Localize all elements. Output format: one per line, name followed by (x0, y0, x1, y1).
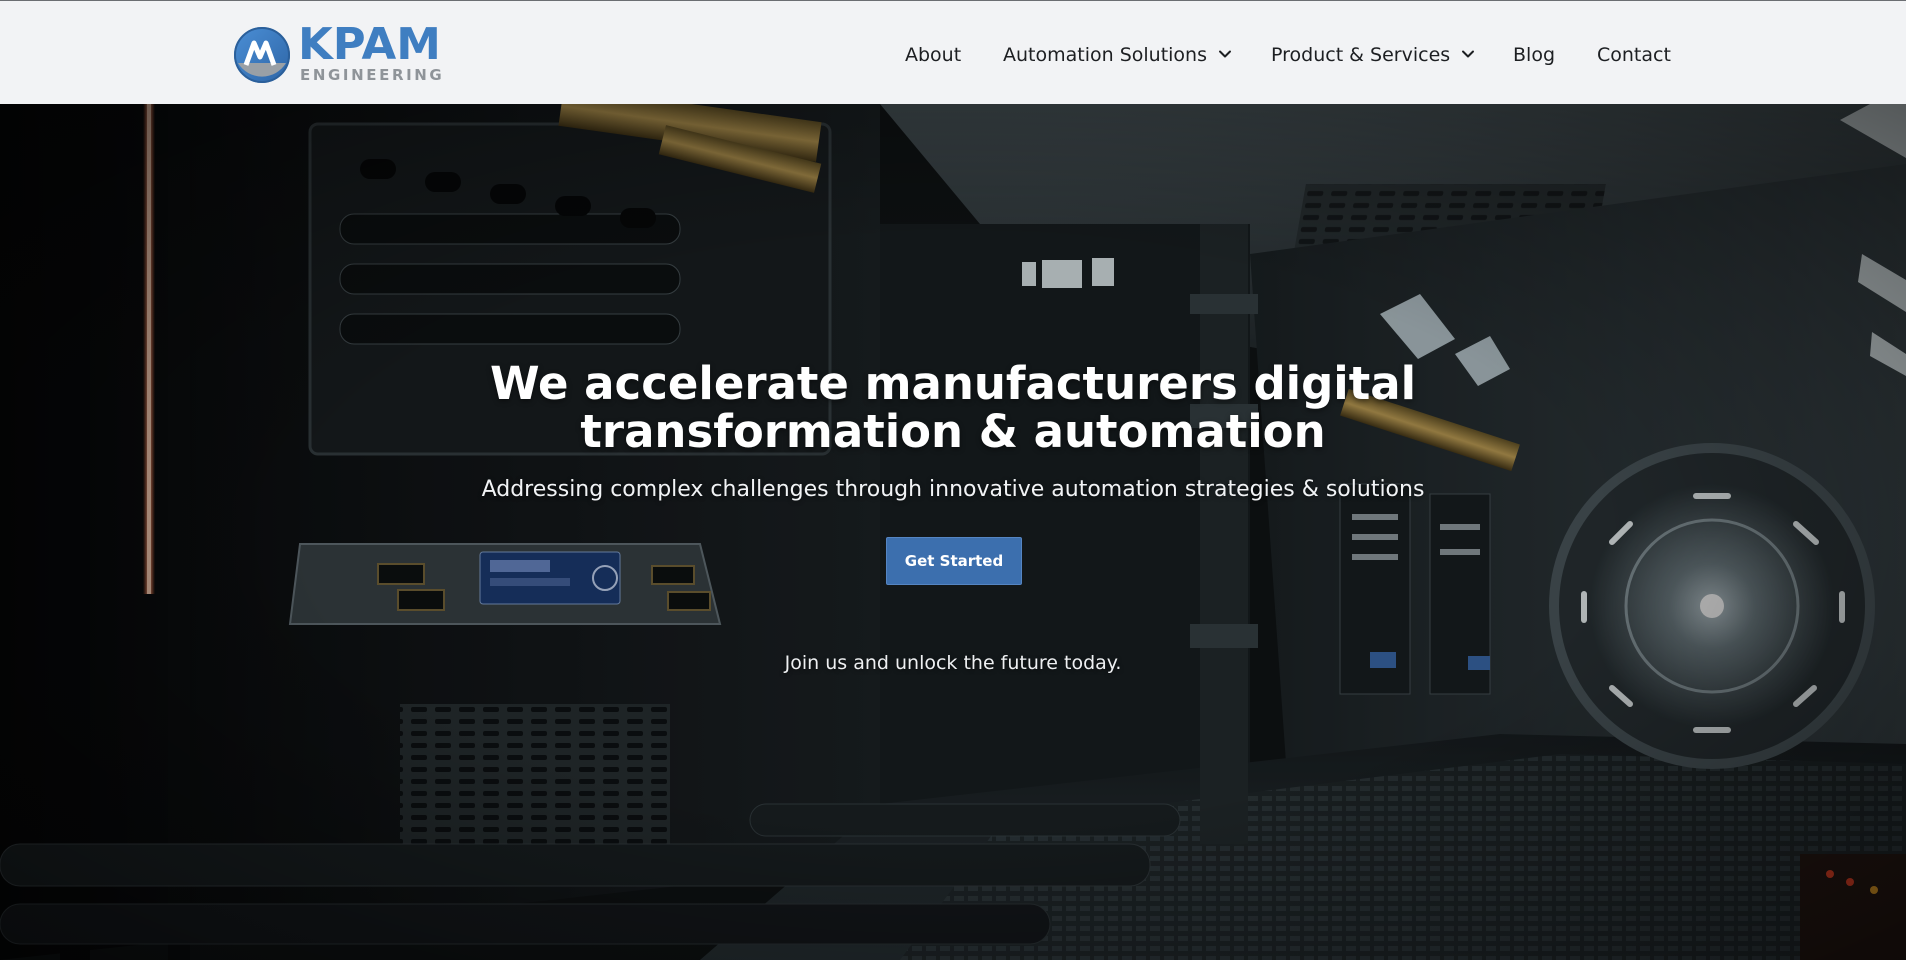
nav-automation-solutions-label: Automation Solutions (1003, 44, 1207, 66)
get-started-button[interactable]: Get Started (886, 537, 1022, 585)
nav-contact-label: Contact (1597, 44, 1671, 66)
hero-tagline: Join us and unlock the future today. (784, 652, 1122, 674)
hero-headline-line1: We accelerate manufacturers digital (489, 357, 1417, 410)
chevron-down-icon (1462, 50, 1475, 58)
nav-contact[interactable]: Contact (1597, 41, 1671, 69)
site-header: KPAM ENGINEERING About Automation Soluti… (0, 0, 1906, 104)
nav-product-services[interactable]: Product & Services (1271, 41, 1476, 69)
chevron-down-icon (1219, 50, 1232, 58)
hero-headline: We accelerate manufacturers digital tran… (353, 360, 1553, 456)
hero-section: We accelerate manufacturers digital tran… (0, 104, 1906, 960)
nav-automation-solutions[interactable]: Automation Solutions (1003, 41, 1233, 69)
nav-blog-label: Blog (1513, 44, 1555, 66)
nav-about[interactable]: About (905, 41, 961, 69)
hero-headline-line2: transformation & automation (580, 405, 1326, 458)
hero-content: We accelerate manufacturers digital tran… (0, 104, 1906, 960)
page: KPAM ENGINEERING About Automation Soluti… (0, 0, 1906, 960)
nav-about-label: About (905, 44, 962, 66)
main-nav: About Automation Solutions Product & Ser… (0, 1, 1906, 105)
nav-blog[interactable]: Blog (1513, 41, 1555, 69)
nav-product-services-label: Product & Services (1271, 44, 1451, 66)
hero-subheadline: Addressing complex challenges through in… (481, 477, 1425, 502)
